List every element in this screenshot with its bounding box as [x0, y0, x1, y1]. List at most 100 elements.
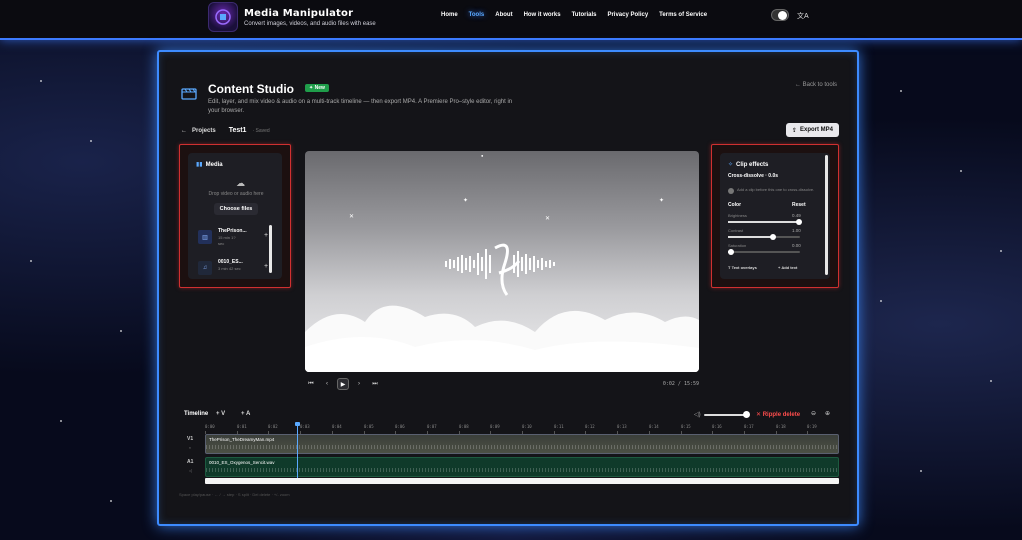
- ruler-tick: 0:16: [712, 424, 722, 434]
- video-clip[interactable]: ThePrison_TheDreamyMan.mp4: [205, 434, 839, 454]
- media-title: Media: [205, 161, 223, 168]
- media-item[interactable]: ▥ ThePrison... 15 min 1? sec +: [198, 228, 268, 250]
- add-to-timeline-icon[interactable]: +: [264, 263, 268, 270]
- brand-subtitle: Convert images, videos, and audio files …: [244, 20, 376, 27]
- add-video-track-button[interactable]: + V: [216, 411, 225, 417]
- volume-slider[interactable]: [704, 414, 748, 416]
- ruler-tick: 0:17: [744, 424, 754, 434]
- transition-label: Cross-dissolve · 0.0s: [728, 173, 779, 179]
- nav-how-it-works[interactable]: How it works: [524, 12, 561, 18]
- project-breadcrumb: ← Projects Test1 · Saved: [181, 127, 270, 134]
- step-forward-icon[interactable]: ›: [353, 378, 365, 390]
- sparkle-icon: ✦: [463, 198, 469, 204]
- media-scrollbar[interactable]: [269, 225, 272, 273]
- zoom-in-icon[interactable]: ⊕: [825, 410, 830, 417]
- ruler-tick: 0:09: [490, 424, 500, 434]
- skip-to-end-icon[interactable]: ⏭: [369, 378, 381, 390]
- ruler-tick: 0:03: [300, 424, 310, 434]
- volume-knob[interactable]: [743, 411, 750, 418]
- transition-hint: Add a clip before this one to cross-diss…: [737, 187, 815, 192]
- ruler-tick: 0:18: [776, 424, 786, 434]
- clip-effects-panel: ✧ Clip effects Cross-dissolve · 0.0s Add …: [720, 153, 830, 279]
- video-file-icon: ▥: [198, 230, 212, 244]
- nav-about[interactable]: About: [495, 12, 512, 18]
- new-badge: ✦ New: [305, 84, 329, 92]
- nav-home[interactable]: Home: [441, 12, 458, 18]
- nav-tools[interactable]: Tools: [469, 12, 485, 18]
- timeline-scrollbar[interactable]: [205, 478, 839, 484]
- media-panel: ▮▮ Media ☁ Drop video or audio here Choos…: [188, 153, 282, 279]
- back-to-tools-link[interactable]: ← Back to tools: [795, 82, 837, 88]
- saturation-slider[interactable]: [727, 249, 800, 255]
- slider-label: Contrast: [728, 228, 744, 233]
- project-name[interactable]: Test1: [229, 127, 247, 134]
- content-studio-panel: Content Studio ✦ New Edit, layer, and mi…: [157, 50, 859, 526]
- top-navbar: Media Manipulator Convert images, videos…: [0, 0, 1022, 40]
- ruler-tick: 0:11: [554, 424, 564, 434]
- audio-clip[interactable]: 0010_ES_Oxygenos_Sencit.wav: [205, 457, 839, 477]
- nav-tutorials[interactable]: Tutorials: [572, 12, 597, 18]
- audio-waveform: [206, 468, 838, 472]
- language-icon[interactable]: 文A: [797, 11, 809, 21]
- audio-file-icon: ♫: [198, 261, 212, 275]
- skip-to-start-icon[interactable]: ⏮: [305, 378, 317, 390]
- sparkle-effects-icon: ✧: [728, 162, 734, 168]
- upload-cloud-icon: ☁: [236, 178, 245, 188]
- volume-icon: ◁): [694, 412, 701, 418]
- track-label-a1: A1: [187, 459, 194, 465]
- page-title: Content Studio: [208, 82, 294, 96]
- projects-link[interactable]: Projects: [192, 128, 216, 134]
- brand-title: Media Manipulator: [244, 7, 354, 19]
- ruler-tick: 0:05: [364, 424, 374, 434]
- slider-knob[interactable]: [727, 249, 734, 255]
- contrast-slider[interactable]: [728, 234, 800, 240]
- add-audio-track-button[interactable]: + A: [241, 411, 250, 417]
- sparkle-icon: ✕: [349, 214, 355, 220]
- clapperboard-icon: [181, 85, 199, 103]
- ruler-tick: 0:14: [649, 424, 659, 434]
- audio-visualizer-logo: [445, 243, 555, 296]
- timecode: 0:02 / 15:59: [662, 381, 699, 387]
- reset-button[interactable]: Reset: [792, 202, 806, 208]
- export-mp4-button[interactable]: ⇪ Export MP4: [786, 123, 839, 137]
- theme-toggle[interactable]: [771, 9, 789, 21]
- ruler-tick: 0:01: [237, 424, 247, 434]
- slider-value: 1.00: [792, 228, 801, 233]
- step-back-icon[interactable]: ‹: [321, 378, 333, 390]
- media-item[interactable]: ♫ 0010_ES... 3 min 42 sec +: [198, 259, 268, 281]
- zoom-out-icon[interactable]: ⊖: [811, 410, 816, 417]
- page-description: Edit, layer, and mix video & audio on a …: [208, 99, 513, 114]
- nav-terms[interactable]: Terms of Service: [659, 12, 707, 18]
- ripple-delete-button[interactable]: ✕ Ripple delete: [756, 411, 800, 418]
- video-preview[interactable]: ✕ ✦ ✕ ✦ ●: [305, 151, 699, 372]
- timeline-title: Timeline: [184, 411, 209, 417]
- ruler-tick: 0:12: [585, 424, 595, 434]
- slider-knob[interactable]: [795, 219, 802, 225]
- sparkle-icon: ✦: [659, 198, 665, 204]
- ruler-tick: 0:06: [395, 424, 405, 434]
- track-visibility-icon[interactable]: ◐: [189, 445, 191, 450]
- effects-scrollbar[interactable]: [825, 155, 828, 275]
- ruler-tick: 0:15: [681, 424, 691, 434]
- preview-clouds: [305, 305, 699, 372]
- playhead[interactable]: [295, 422, 300, 480]
- slider-knob[interactable]: [769, 234, 776, 240]
- add-text-button[interactable]: + Add text: [778, 265, 797, 270]
- cross-dissolve-toggle[interactable]: [728, 188, 734, 194]
- nav-privacy-policy[interactable]: Privacy Policy: [607, 12, 648, 18]
- add-to-timeline-icon[interactable]: +: [264, 232, 268, 239]
- clip-thumbnails: [206, 445, 838, 449]
- drop-zone-text[interactable]: Drop video or audio here: [188, 191, 284, 197]
- choose-files-button[interactable]: Choose files: [214, 203, 258, 215]
- track-mute-icon[interactable]: ◁: [189, 468, 192, 473]
- slider-value: 0.00: [792, 243, 801, 248]
- effects-panel-frame: ✧ Clip effects Cross-dissolve · 0.0s Add …: [711, 144, 839, 288]
- ruler-tick: 0:07: [427, 424, 437, 434]
- brightness-slider[interactable]: [728, 219, 802, 225]
- slider-value: 0.49: [792, 213, 801, 218]
- play-button[interactable]: ▶: [337, 378, 349, 390]
- brand[interactable]: Media Manipulator Convert images, videos…: [208, 2, 376, 32]
- keyboard-hint: Space play/pause · ← / → step · S split …: [179, 492, 290, 497]
- back-arrow-icon[interactable]: ←: [181, 128, 187, 134]
- timeline-ruler[interactable]: 0:00 0:01 0:02 0:03 0:04 0:05 0:06 0:07 0:08 0:09…: [205, 424, 839, 434]
